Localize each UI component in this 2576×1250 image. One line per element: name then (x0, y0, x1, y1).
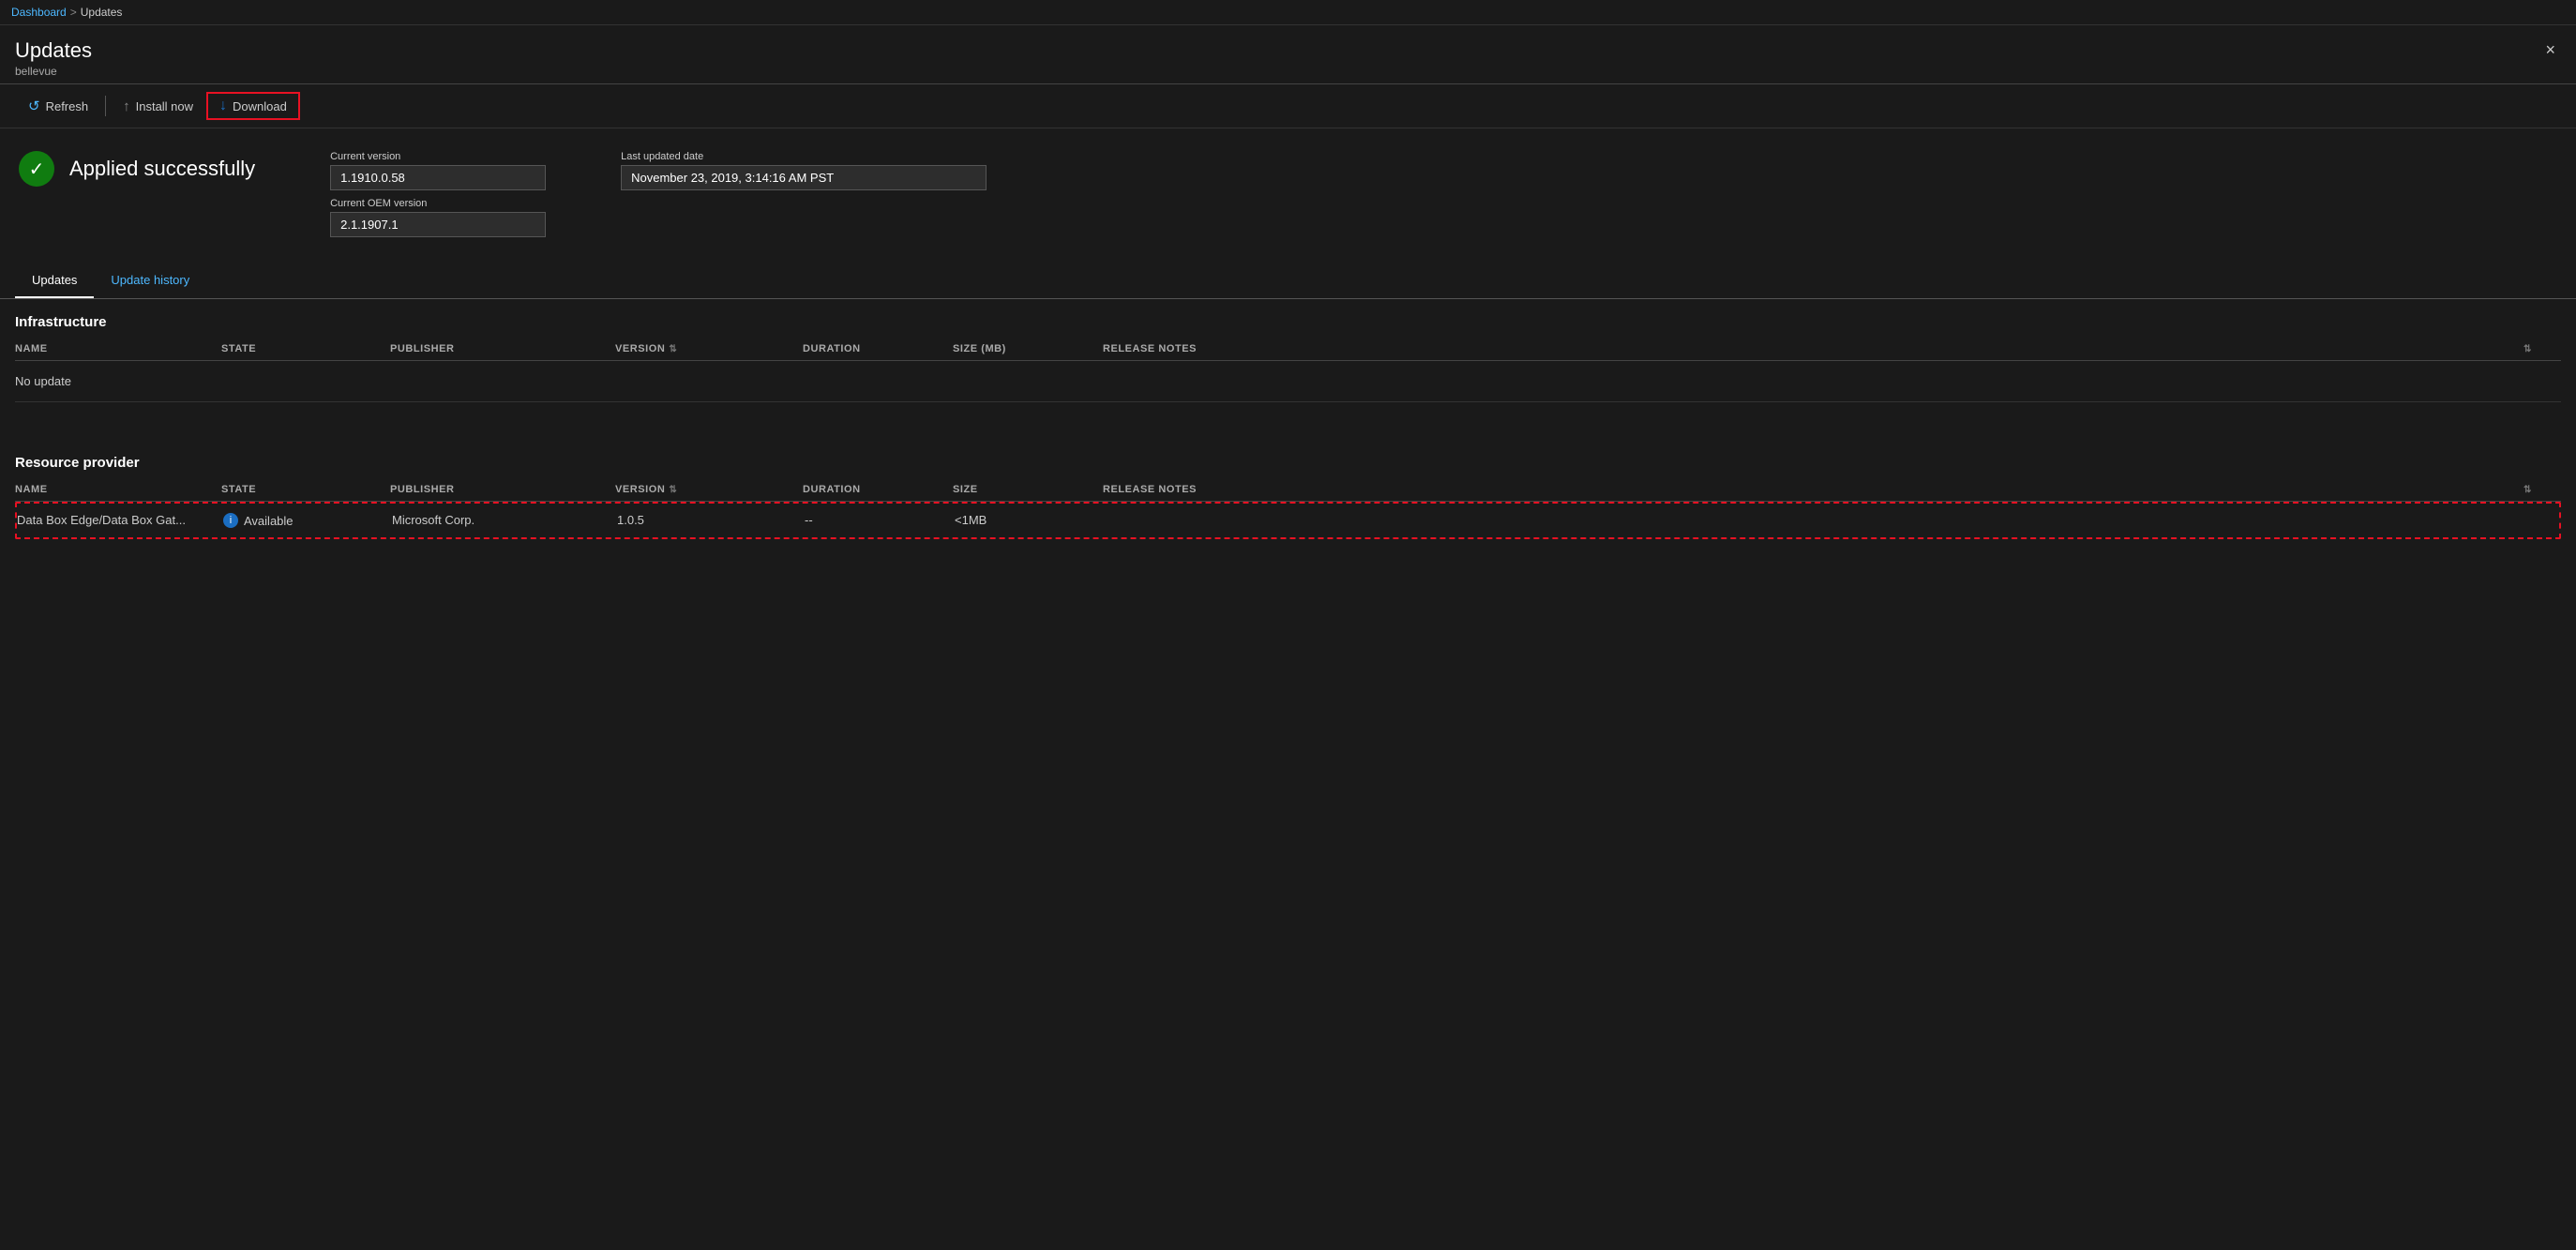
status-text: Applied successfully (69, 157, 255, 181)
infra-col-sort[interactable]: ⇅ (2523, 343, 2561, 354)
status-left: ✓ Applied successfully (19, 151, 255, 187)
rp-col-size: SIZE (953, 484, 1103, 495)
rp-row-name: Data Box Edge/Data Box Gat... (17, 513, 223, 528)
version-fields: Current version 1.1910.0.58 Current OEM … (330, 151, 546, 237)
current-oem-value: 2.1.1907.1 (330, 212, 546, 237)
infrastructure-table: NAME STATE PUBLISHER VERSION ⇅ DURATION … (15, 338, 2561, 402)
status-section: ✓ Applied successfully Current version 1… (0, 128, 2576, 256)
rp-row-state-text: Available (244, 514, 294, 528)
tab-updates[interactable]: Updates (15, 264, 94, 298)
info-icon: i (223, 513, 238, 528)
current-version-label: Current version (330, 151, 546, 162)
no-update-row: No update (15, 361, 2561, 402)
last-updated-label: Last updated date (621, 151, 987, 162)
install-button[interactable]: ↑ Install now (110, 93, 206, 120)
refresh-label: Refresh (46, 99, 89, 113)
install-icon: ↑ (123, 98, 130, 114)
resource-provider-heading: Resource provider (15, 440, 2561, 478)
rp-row-release-notes (1105, 513, 2522, 528)
rp-row-extra (2522, 513, 2559, 528)
infra-col-release-notes: RELEASE NOTES (1103, 343, 2523, 354)
rp-col-publisher: PUBLISHER (390, 484, 615, 495)
infra-col-duration: DURATION (803, 343, 953, 354)
rp-col-version[interactable]: VERSION ⇅ (615, 484, 803, 495)
rp-row-size: <1MB (955, 513, 1105, 528)
panel-title-group: Updates bellevue (15, 38, 92, 78)
current-version-value: 1.1910.0.58 (330, 165, 546, 190)
rp-row-state: i Available (223, 513, 392, 528)
infra-col-state: STATE (221, 343, 390, 354)
resource-provider-table: NAME STATE PUBLISHER VERSION ⇅ DURATION … (15, 478, 2561, 539)
rp-col-state: STATE (221, 484, 390, 495)
infra-col-name: NAME (15, 343, 221, 354)
rp-row-version: 1.0.5 (617, 513, 805, 528)
rp-row-duration: -- (805, 513, 955, 528)
breadcrumb-current: Updates (81, 6, 123, 19)
toolbar: ↺ Refresh ↑ Install now ↓ Download (0, 84, 2576, 128)
tabs-bar: Updates Update history (0, 264, 2576, 299)
available-badge: i Available (223, 513, 383, 528)
current-oem-group: Current OEM version 2.1.1907.1 (330, 198, 546, 237)
infrastructure-heading: Infrastructure (15, 299, 2561, 338)
resource-provider-section: Resource provider NAME STATE PUBLISHER V… (15, 440, 2561, 539)
download-button[interactable]: ↓ Download (206, 92, 300, 120)
rp-col-release-notes: RELEASE NOTES (1103, 484, 2523, 495)
breadcrumb-parent[interactable]: Dashboard (11, 6, 67, 19)
resource-provider-header-row: NAME STATE PUBLISHER VERSION ⇅ DURATION … (15, 478, 2561, 502)
rp-col-duration: DURATION (803, 484, 953, 495)
download-icon: ↓ (219, 98, 227, 114)
last-updated-value: November 23, 2019, 3:14:16 AM PST (621, 165, 987, 190)
resource-provider-row[interactable]: Data Box Edge/Data Box Gat... i Availabl… (15, 502, 2561, 539)
infra-col-publisher: PUBLISHER (390, 343, 615, 354)
download-label: Download (233, 99, 287, 113)
infra-col-version[interactable]: VERSION ⇅ (615, 343, 803, 354)
refresh-button[interactable]: ↺ Refresh (15, 92, 101, 120)
infrastructure-header-row: NAME STATE PUBLISHER VERSION ⇅ DURATION … (15, 338, 2561, 361)
tab-update-history[interactable]: Update history (94, 264, 206, 298)
rp-col-name: NAME (15, 484, 221, 495)
panel-subtitle: bellevue (15, 65, 92, 78)
refresh-icon: ↺ (28, 98, 40, 114)
breadcrumb-separator: > (70, 6, 77, 19)
close-button[interactable]: × (2539, 38, 2561, 62)
panel-title: Updates (15, 38, 92, 63)
current-version-group: Current version 1.1910.0.58 (330, 151, 546, 190)
rp-row-publisher: Microsoft Corp. (392, 513, 617, 528)
last-updated-group: Last updated date November 23, 2019, 3:1… (621, 151, 987, 190)
breadcrumb: Dashboard > Updates (0, 0, 2576, 25)
toolbar-divider (105, 96, 106, 116)
rp-col-sort[interactable]: ⇅ (2523, 484, 2561, 495)
panel-header: Updates bellevue × (0, 25, 2576, 84)
current-oem-label: Current OEM version (330, 198, 546, 209)
install-label: Install now (136, 99, 193, 113)
content-area: Infrastructure NAME STATE PUBLISHER VERS… (0, 299, 2576, 558)
rp-version-sort-icon: ⇅ (669, 485, 677, 495)
infra-col-size: SIZE (MB) (953, 343, 1103, 354)
version-sort-icon: ⇅ (669, 344, 677, 354)
status-icon: ✓ (19, 151, 54, 187)
